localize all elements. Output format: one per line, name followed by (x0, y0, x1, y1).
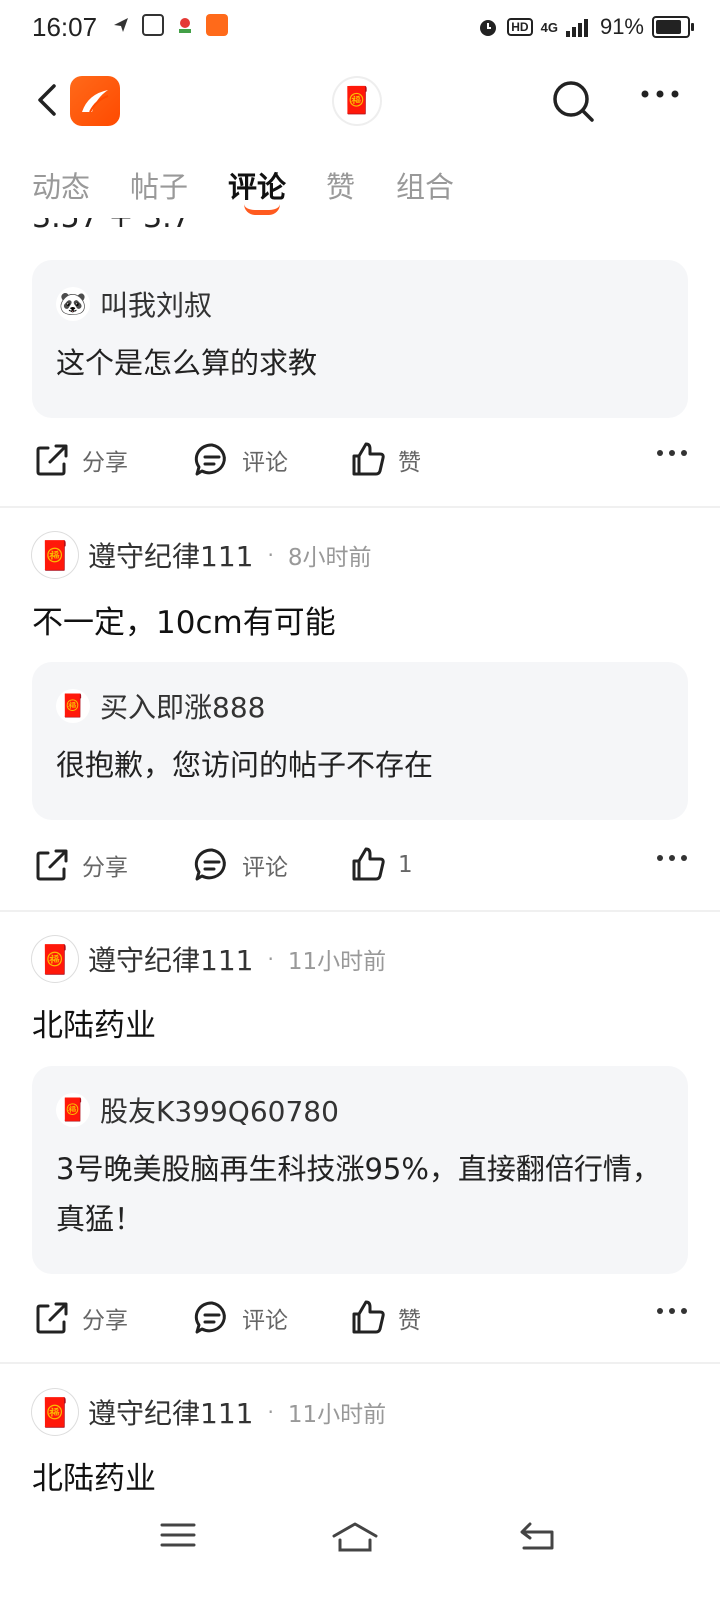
tab-comments[interactable]: 评论 (228, 164, 286, 206)
avatar: 🐼 (56, 287, 90, 321)
like-button[interactable]: 赞 (348, 1298, 421, 1338)
menu-icon[interactable] (158, 1520, 198, 1550)
thumbs-up-icon (352, 1300, 385, 1334)
author-name[interactable]: 遵守纪律111 (88, 1392, 253, 1432)
back-icon[interactable] (30, 80, 70, 120)
comment-button[interactable]: 评论 (192, 440, 288, 480)
quote-user: 🧧 股友K399Q60780 (56, 1090, 339, 1130)
divider (0, 910, 720, 912)
more-options-icon[interactable] (656, 1306, 688, 1316)
author-avatar[interactable]: 🧧 (32, 532, 78, 578)
active-tab-indicator (244, 204, 280, 215)
comment-icon (194, 1301, 226, 1334)
app-logo-icon[interactable] (70, 76, 120, 126)
comment-text[interactable]: 北陆药业 (32, 1453, 156, 1498)
post-time: 8小时前 (287, 545, 372, 571)
divider (0, 506, 720, 508)
share-icon (36, 1302, 68, 1334)
author-name[interactable]: 遵守纪律111 (88, 535, 253, 575)
top-navbar: 🧧 (0, 66, 720, 136)
status-right: HD 4G 91% (477, 14, 694, 40)
quote-username: 叫我刘叔 (100, 289, 213, 322)
send-icon (110, 14, 132, 36)
like-label: 赞 (398, 1308, 421, 1334)
card-icon (142, 14, 164, 36)
comment-button[interactable]: 评论 (192, 1298, 288, 1338)
like-count: 1 (398, 852, 413, 878)
back-nav-icon[interactable] (518, 1520, 558, 1552)
tab-posts[interactable]: 帖子 (130, 164, 188, 206)
thumbs-up-icon (352, 442, 385, 476)
like-label: 赞 (398, 450, 421, 476)
divider (0, 1362, 720, 1364)
comment-icon (194, 443, 226, 476)
quote-username: 股友K399Q60780 (100, 1095, 339, 1128)
share-button[interactable]: 分享 (32, 440, 128, 480)
network-label: 4G (540, 19, 558, 35)
comment-text[interactable]: 北陆药业 (32, 1000, 156, 1045)
share-button[interactable]: 分享 (32, 1298, 128, 1338)
app-notification-icon (206, 14, 228, 36)
status-time: 16:07 (32, 12, 98, 42)
action-bar: 分享 评论 赞 (32, 440, 688, 490)
home-icon[interactable] (330, 1520, 380, 1554)
system-nav-bar (0, 1500, 720, 1600)
comment-text[interactable]: 不一定，10cm有可能 (32, 597, 336, 642)
quote-username: 买入即涨888 (100, 691, 266, 724)
quote-text: 这个是怎么算的求教 (56, 346, 318, 380)
like-button[interactable]: 1 (348, 845, 413, 885)
share-label: 分享 (82, 450, 128, 476)
more-options-icon[interactable] (656, 853, 688, 863)
action-bar: 分享 评论 赞 (32, 1298, 688, 1348)
quote-text: 3号晚美股脑再生科技涨95%，直接翻倍行情，真猛！ (56, 1152, 661, 1236)
profile-avatar[interactable]: 🧧 (334, 78, 380, 124)
alarm-icon (480, 20, 497, 36)
post-time: 11小时前 (287, 949, 387, 975)
status-bar: 16:07 HD 4G 91% (0, 0, 720, 58)
like-button[interactable]: 赞 (348, 440, 421, 480)
avatar: 🧧 (56, 689, 90, 723)
share-icon (36, 444, 68, 476)
quoted-comment[interactable]: 🧧 股友K399Q60780 3号晚美股脑再生科技涨95%，直接翻倍行情，真猛！ (32, 1066, 688, 1274)
comment-label: 评论 (242, 1308, 288, 1334)
tab-likes[interactable]: 赞 (326, 164, 355, 206)
more-options-icon[interactable] (656, 448, 688, 458)
author-avatar[interactable]: 🧧 (32, 936, 78, 982)
share-label: 分享 (82, 1308, 128, 1334)
comment-label: 评论 (242, 450, 288, 476)
quote-user: 🐼 叫我刘叔 (56, 284, 212, 324)
post-header[interactable]: 🧧 遵守纪律111 · 11小时前 (32, 934, 386, 984)
hd-icon: HD (507, 18, 533, 36)
post-header[interactable]: 🧧 遵守纪律111 · 11小时前 (32, 1387, 386, 1437)
quote-user: 🧧 买入即涨888 (56, 686, 265, 726)
share-button[interactable]: 分享 (32, 845, 128, 885)
avatar: 🧧 (56, 1093, 90, 1127)
battery-icon (652, 16, 694, 38)
notification-icons (110, 14, 228, 36)
comment-label: 评论 (242, 855, 288, 881)
more-icon[interactable] (640, 88, 680, 100)
author-name[interactable]: 遵守纪律111 (88, 939, 253, 979)
quote-text: 很抱歉，您访问的帖子不存在 (56, 748, 434, 782)
comment-icon (194, 848, 226, 881)
map-icon (174, 14, 196, 36)
battery-percent: 91% (599, 14, 644, 39)
comment-button[interactable]: 评论 (192, 845, 288, 885)
thumbs-up-icon (352, 847, 385, 881)
quoted-comment[interactable]: 🐼 叫我刘叔 这个是怎么算的求教 (32, 260, 688, 418)
tab-dynamics[interactable]: 动态 (32, 164, 90, 206)
quoted-comment[interactable]: 🧧 买入即涨888 很抱歉，您访问的帖子不存在 (32, 662, 688, 820)
search-icon[interactable] (550, 78, 598, 126)
post-time: 11小时前 (287, 1402, 387, 1428)
author-avatar[interactable]: 🧧 (32, 1389, 78, 1435)
share-label: 分享 (82, 855, 128, 881)
share-icon (36, 849, 68, 881)
signal-icon (565, 19, 588, 37)
action-bar: 分享 评论 1 (32, 845, 688, 895)
clipped-post-text: 3.57 + 3.7 (32, 218, 191, 234)
tab-portfolio[interactable]: 组合 (396, 164, 454, 206)
post-header[interactable]: 🧧 遵守纪律111 · 8小时前 (32, 530, 371, 580)
